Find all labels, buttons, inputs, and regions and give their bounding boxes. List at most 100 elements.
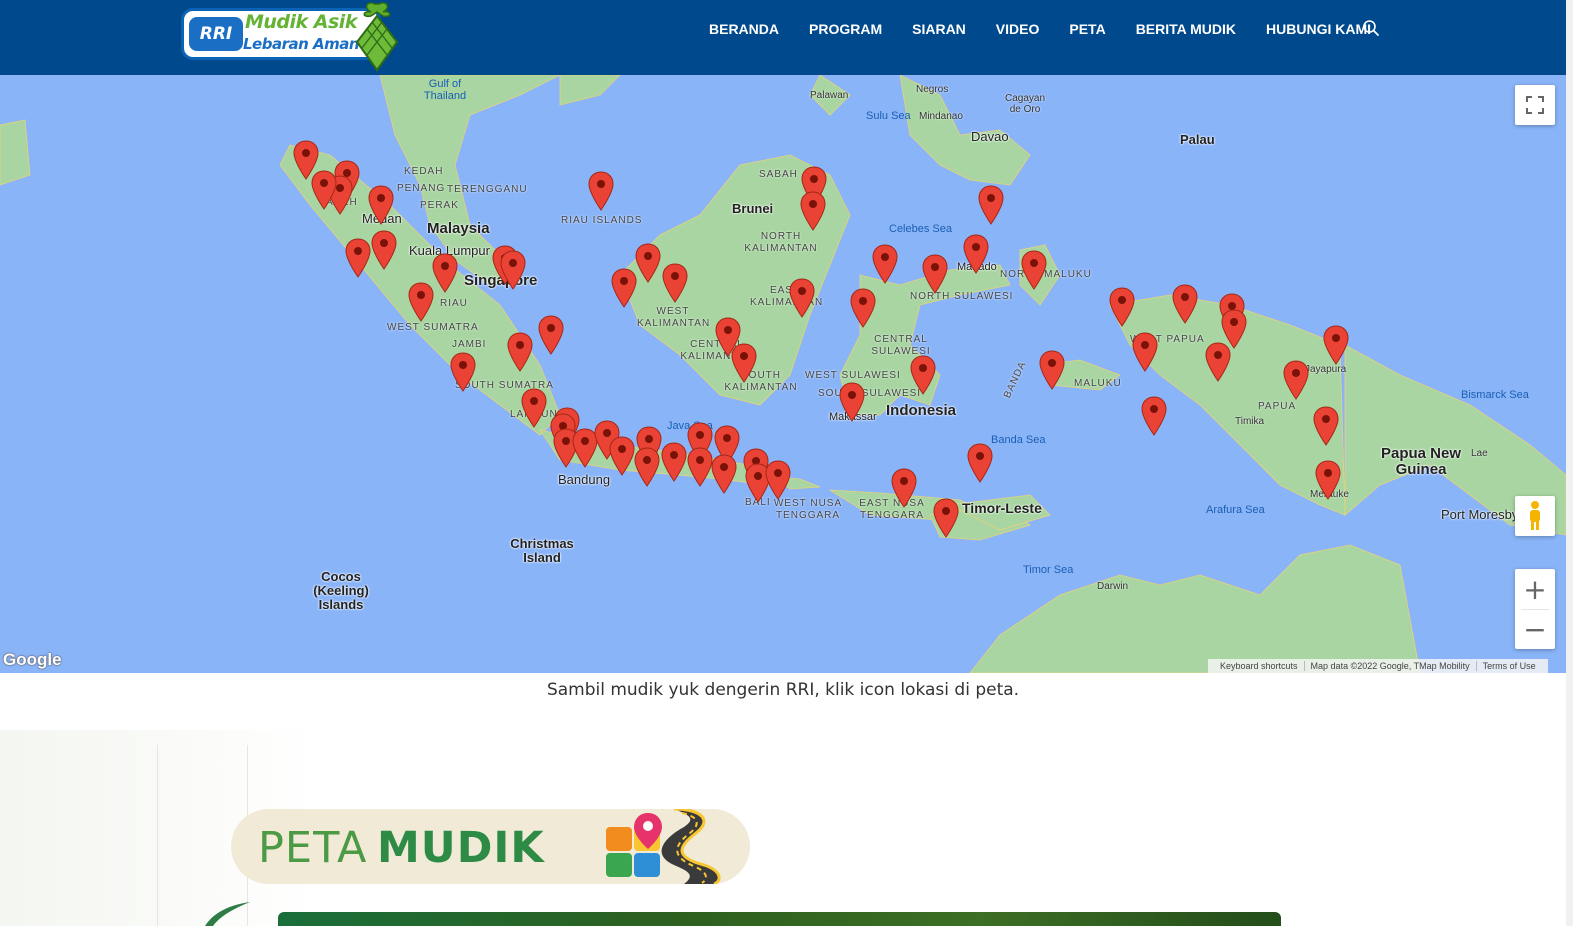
label-west-nusa-tenggara: WEST NUSA TENGGARA bbox=[773, 498, 843, 521]
leaf-decoration bbox=[205, 902, 250, 926]
location-marker[interactable] bbox=[521, 388, 547, 428]
label-christmas-island: Christmas Island bbox=[510, 536, 574, 565]
location-marker[interactable] bbox=[978, 185, 1004, 225]
label-malaysia: Malaysia bbox=[427, 220, 490, 237]
site-header: RRI Mudik Asik Lebaran Aman BERANDA PROG… bbox=[0, 0, 1566, 75]
ketupat-icon bbox=[355, 2, 399, 72]
nav-video[interactable]: VIDEO bbox=[996, 19, 1040, 39]
mudik-map[interactable]: Malaysia Singapore Brunei Indonesia Timo… bbox=[0, 75, 1566, 673]
location-marker[interactable] bbox=[432, 253, 458, 293]
location-marker[interactable] bbox=[408, 282, 434, 322]
google-logo[interactable]: Google bbox=[3, 650, 62, 670]
label-jayapura: Jayapura bbox=[1305, 364, 1347, 375]
location-marker[interactable] bbox=[588, 171, 614, 211]
location-marker[interactable] bbox=[450, 352, 476, 392]
location-marker[interactable] bbox=[1141, 396, 1167, 436]
logo-rri-mark: RRI bbox=[189, 17, 243, 51]
banner-word-peta: PETA bbox=[258, 823, 368, 873]
nav-siaran[interactable]: SIARAN bbox=[912, 19, 966, 39]
label-bandung: Bandung bbox=[558, 472, 611, 487]
site-logo[interactable]: RRI Mudik Asik Lebaran Aman bbox=[181, 0, 401, 74]
location-marker[interactable] bbox=[1021, 250, 1047, 290]
location-marker[interactable] bbox=[1313, 406, 1339, 446]
location-marker[interactable] bbox=[933, 498, 959, 538]
label-negros: Negros bbox=[916, 84, 949, 95]
location-marker[interactable] bbox=[507, 332, 533, 372]
location-marker[interactable] bbox=[1172, 284, 1198, 324]
location-marker[interactable] bbox=[609, 436, 635, 476]
search-icon[interactable] bbox=[1362, 19, 1380, 37]
logo-title-line2: Lebaran Aman bbox=[243, 35, 360, 53]
location-marker[interactable] bbox=[1323, 325, 1349, 365]
label-lae: Lae bbox=[1471, 448, 1488, 459]
label-papua-region: PAPUA bbox=[1258, 401, 1297, 412]
label-mindanao: Mindanao bbox=[919, 111, 963, 122]
location-marker[interactable] bbox=[1132, 332, 1158, 372]
location-marker[interactable] bbox=[368, 185, 394, 225]
location-marker[interactable] bbox=[1205, 342, 1231, 382]
label-riau: RIAU bbox=[440, 298, 468, 309]
location-marker[interactable] bbox=[500, 250, 526, 290]
location-marker[interactable] bbox=[839, 382, 865, 422]
street-view-pegman[interactable] bbox=[1515, 496, 1555, 536]
terms-of-use-link[interactable]: Terms of Use bbox=[1477, 661, 1542, 671]
location-marker[interactable] bbox=[345, 238, 371, 278]
nav-hubungi-kami[interactable]: HUBUNGI KAMI bbox=[1266, 19, 1371, 39]
label-port-moresby: Port Moresby bbox=[1441, 507, 1519, 522]
logo-title-line1: Mudik Asik bbox=[245, 11, 357, 33]
label-cagayan-de-oro: Cagayan de Oro bbox=[1004, 93, 1046, 115]
label-darwin: Darwin bbox=[1097, 581, 1129, 592]
location-marker[interactable] bbox=[661, 442, 687, 482]
location-marker[interactable] bbox=[634, 447, 660, 487]
location-marker[interactable] bbox=[371, 230, 397, 270]
location-marker[interactable] bbox=[311, 170, 337, 210]
fullscreen-button[interactable] bbox=[1515, 85, 1555, 125]
location-marker[interactable] bbox=[800, 191, 826, 231]
location-marker[interactable] bbox=[922, 254, 948, 294]
nav-program[interactable]: PROGRAM bbox=[809, 19, 882, 39]
hero-image-edge bbox=[278, 912, 1281, 926]
nav-berita-mudik[interactable]: BERITA MUDIK bbox=[1136, 19, 1236, 39]
location-marker[interactable] bbox=[967, 443, 993, 483]
location-marker[interactable] bbox=[662, 263, 688, 303]
label-timika: Timika bbox=[1235, 416, 1265, 427]
zoom-out-button[interactable]: − bbox=[1515, 609, 1555, 649]
decor-line bbox=[157, 745, 158, 926]
location-marker[interactable] bbox=[963, 234, 989, 274]
zoom-in-button[interactable]: + bbox=[1515, 569, 1555, 609]
label-penang: PENANG bbox=[397, 183, 446, 194]
nav-peta[interactable]: PETA bbox=[1069, 19, 1105, 39]
location-marker[interactable] bbox=[789, 278, 815, 318]
label-timor-sea: Timor Sea bbox=[1023, 564, 1074, 576]
label-west-kalimantan: WEST KALIMANTAN bbox=[637, 306, 711, 329]
location-marker[interactable] bbox=[1283, 360, 1309, 400]
location-marker[interactable] bbox=[711, 454, 737, 494]
map-caption: Sambil mudik yuk dengerin RRI, klik icon… bbox=[546, 680, 1020, 700]
location-marker[interactable] bbox=[1039, 350, 1065, 390]
label-maluku: MALUKU bbox=[1074, 378, 1122, 389]
location-marker[interactable] bbox=[538, 315, 564, 355]
label-papua-new-guinea: Papua New Guinea bbox=[1380, 445, 1462, 478]
label-cocos-islands: Cocos (Keeling) Islands bbox=[313, 569, 369, 612]
label-west-sulawesi: WEST SULAWESI bbox=[805, 370, 901, 381]
main-nav: BERANDA PROGRAM SIARAN VIDEO PETA BERITA… bbox=[709, 19, 1371, 39]
label-bismarck-sea: Bismarck Sea bbox=[1461, 389, 1529, 401]
location-marker[interactable] bbox=[1109, 287, 1135, 327]
location-marker[interactable] bbox=[1315, 460, 1341, 500]
label-banda-sea: Banda Sea bbox=[991, 434, 1046, 446]
location-marker[interactable] bbox=[611, 268, 637, 308]
location-marker[interactable] bbox=[635, 243, 661, 283]
label-perak: PERAK bbox=[420, 200, 459, 211]
location-marker[interactable] bbox=[687, 447, 713, 487]
nav-beranda[interactable]: BERANDA bbox=[709, 19, 779, 39]
label-riau-islands: RIAU ISLANDS bbox=[561, 215, 643, 226]
location-marker[interactable] bbox=[731, 343, 757, 383]
location-marker[interactable] bbox=[765, 460, 791, 500]
location-marker[interactable] bbox=[850, 288, 876, 328]
location-marker[interactable] bbox=[891, 468, 917, 508]
location-marker[interactable] bbox=[910, 355, 936, 395]
keyboard-shortcuts-link[interactable]: Keyboard shortcuts bbox=[1214, 661, 1305, 671]
scrollbar-track[interactable] bbox=[1566, 0, 1573, 926]
location-marker[interactable] bbox=[872, 244, 898, 284]
label-gulf-of-thailand: Gulf of Thailand bbox=[423, 78, 467, 102]
